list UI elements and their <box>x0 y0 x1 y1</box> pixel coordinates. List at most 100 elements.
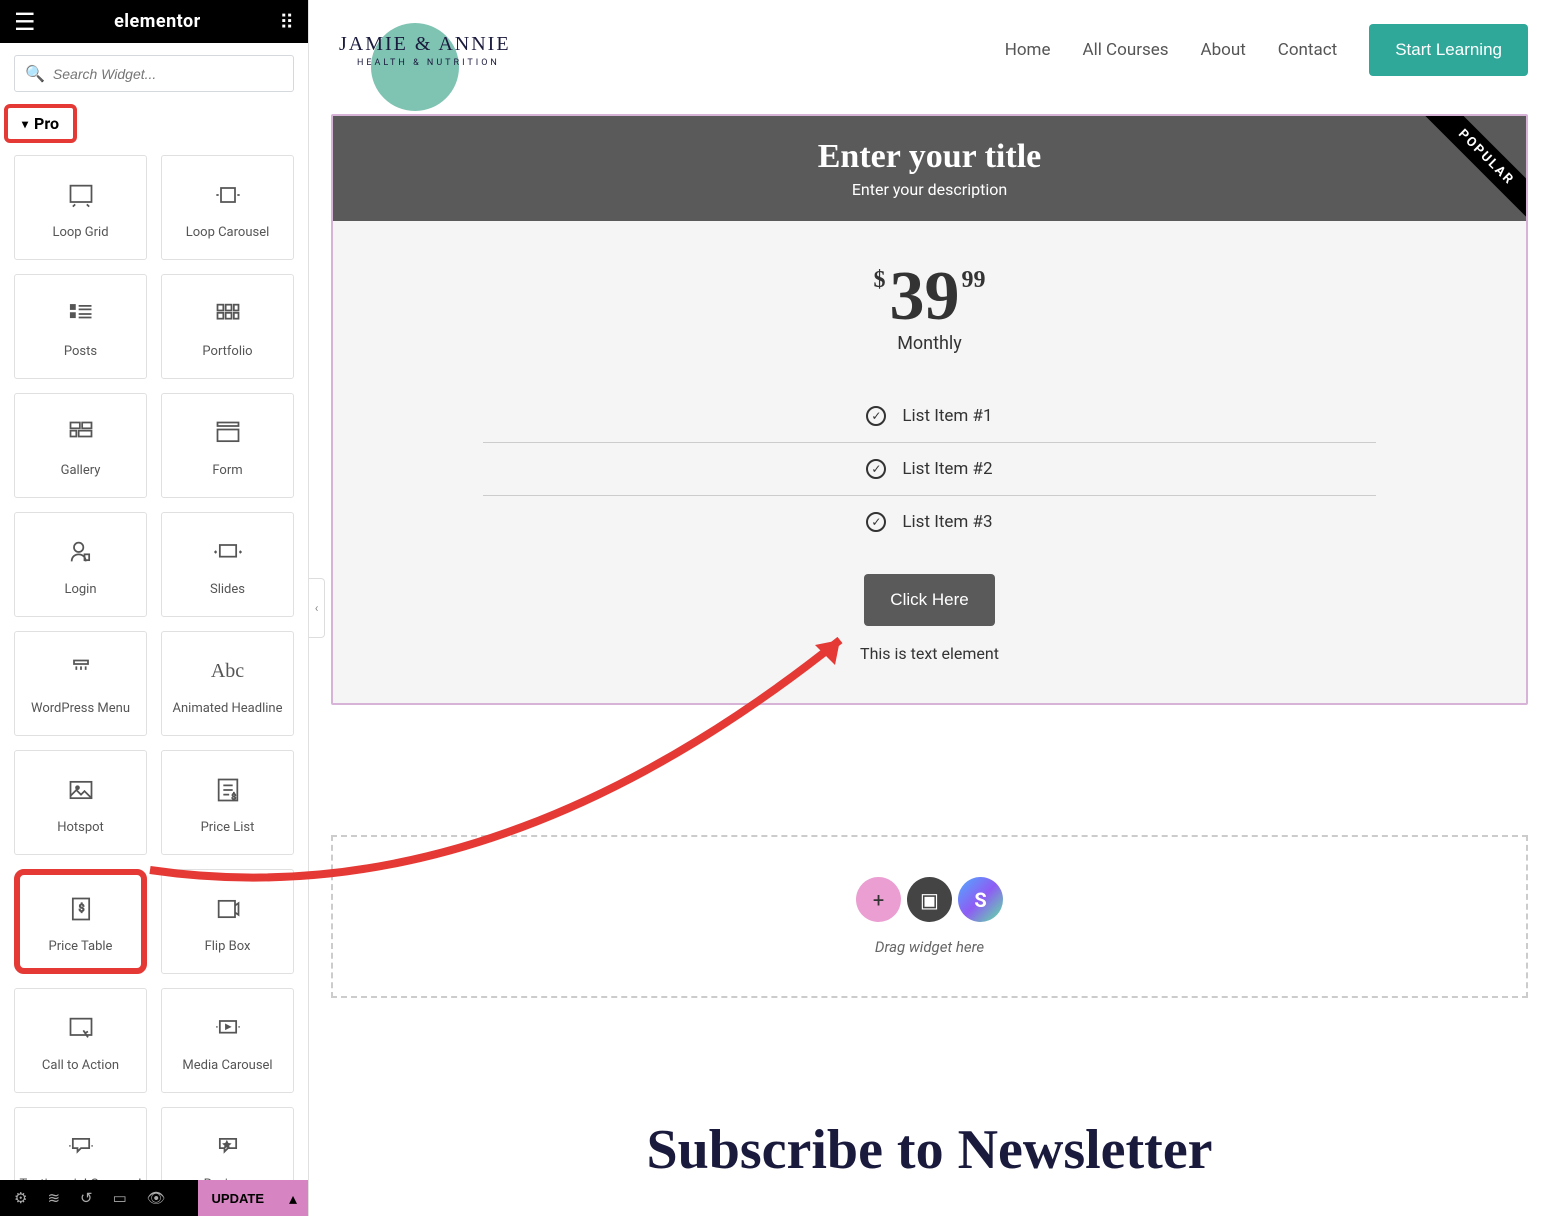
nav-contact[interactable]: Contact <box>1278 40 1337 60</box>
widget-call-to-action[interactable]: Call to Action <box>14 988 147 1093</box>
widget-animated-headline[interactable]: AbcAnimated Headline <box>161 631 294 736</box>
widget-label: Gallery <box>61 463 101 478</box>
start-learning-button[interactable]: Start Learning <box>1369 24 1528 76</box>
search-box[interactable]: 🔍 <box>14 55 294 92</box>
navigator-icon[interactable]: ≋ <box>47 1189 60 1207</box>
search-icon: 🔍 <box>25 64 45 83</box>
widget-gallery[interactable]: Gallery <box>14 393 147 498</box>
ribbon-text: POPULAR <box>1413 116 1526 231</box>
price-cents: 99 <box>962 267 986 294</box>
pricing-title[interactable]: Enter your title <box>333 138 1526 176</box>
Price List-icon: $ <box>214 770 242 810</box>
Portfolio-icon <box>214 294 242 334</box>
price-table-widget[interactable]: POPULAR Enter your title Enter your desc… <box>331 114 1528 705</box>
widgets-panel[interactable]: Loop Grid Loop Carousel Posts Portfolio Gall… <box>0 155 308 1180</box>
grid-menu-icon[interactable]: ⠿ <box>279 10 294 34</box>
feature-row[interactable]: ✓List Item #3 <box>483 496 1376 548</box>
pro-label: Pro <box>34 114 59 133</box>
Call to Action-icon <box>67 1008 95 1048</box>
check-icon: ✓ <box>866 406 886 426</box>
feature-row[interactable]: ✓ List Item #1 <box>483 390 1376 443</box>
widget-slides[interactable]: Slides <box>161 512 294 617</box>
widget-label: Hotspot <box>57 820 104 835</box>
widget-price-list[interactable]: $ Price List <box>161 750 294 855</box>
s-icon[interactable]: S <box>958 877 1003 922</box>
add-section-icon[interactable]: + <box>856 877 901 922</box>
hamburger-icon[interactable]: ☰ <box>14 8 36 36</box>
Loop Carousel-icon <box>214 175 242 215</box>
svg-text:$: $ <box>78 901 84 914</box>
widget-label: Price Table <box>49 939 113 954</box>
widget-form[interactable]: Form <box>161 393 294 498</box>
Posts-icon <box>67 294 95 334</box>
widget-label: Slides <box>210 582 245 597</box>
widget-posts[interactable]: Posts <box>14 274 147 379</box>
Form-icon <box>214 413 242 453</box>
update-options-icon[interactable]: ▴ <box>278 1180 308 1216</box>
widget-loop-carousel[interactable]: Loop Carousel <box>161 155 294 260</box>
widget-hotspot[interactable]: Hotspot <box>14 750 147 855</box>
ribbon: POPULAR <box>1406 116 1526 236</box>
nav-home[interactable]: Home <box>1005 40 1051 60</box>
widget-label: Testimonial Carousel <box>20 1177 142 1180</box>
widget-label: Call to Action <box>42 1058 119 1073</box>
Gallery-icon <box>67 413 95 453</box>
widget-portfolio[interactable]: Portfolio <box>161 274 294 379</box>
responsive-icon[interactable]: ▭ <box>113 1189 127 1207</box>
pro-section-toggle[interactable]: ▾ Pro <box>4 104 77 143</box>
Login-icon <box>67 532 95 572</box>
collapse-sidebar-handle[interactable]: ‹ <box>309 578 325 638</box>
nav-courses[interactable]: All Courses <box>1082 40 1168 60</box>
newsletter-heading[interactable]: Subscribe to Newsletter <box>331 1118 1528 1192</box>
site-logo-text: JAMIE & ANNIE <box>339 33 511 56</box>
caret-down-icon: ▾ <box>22 117 28 131</box>
feature-row[interactable]: ✓List Item #2 <box>483 443 1376 496</box>
WordPress Menu-icon <box>67 651 95 691</box>
text-element[interactable]: This is text element <box>483 644 1376 663</box>
widget-price-table[interactable]: $ Price Table <box>14 869 147 974</box>
update-button[interactable]: UPDATE <box>198 1180 278 1216</box>
Hotspot-icon <box>67 770 95 810</box>
price-display[interactable]: $ 39 99 <box>874 257 986 337</box>
canvas-area: JAMIE & ANNIE HEALTH & NUTRITION Home Al… <box>309 0 1550 1216</box>
Animated Headline-icon: Abc <box>211 651 244 691</box>
widget-label: Reviews <box>204 1177 252 1180</box>
widget-dropzone[interactable]: + ▣ S Drag widget here <box>331 835 1528 998</box>
price-amount: 39 <box>890 257 960 337</box>
settings-icon[interactable]: ⚙ <box>14 1189 27 1207</box>
widget-loop-grid[interactable]: Loop Grid <box>14 155 147 260</box>
widget-flip-box[interactable]: Flip Box <box>161 869 294 974</box>
feature-text: List Item #1 <box>902 406 992 426</box>
template-library-icon[interactable]: ▣ <box>907 877 952 922</box>
site-logo-subtitle: HEALTH & NUTRITION <box>357 58 511 68</box>
widget-label: Loop Grid <box>52 225 108 240</box>
widget-login[interactable]: Login <box>14 512 147 617</box>
feature-text: List Item #3 <box>902 512 992 532</box>
click-here-button[interactable]: Click Here <box>864 574 994 626</box>
Slides-icon <box>214 532 242 572</box>
preview-icon[interactable]: 👁 <box>147 1189 166 1207</box>
widget-wordpress-menu[interactable]: WordPress Menu <box>14 631 147 736</box>
search-input[interactable] <box>53 66 283 82</box>
widget-label: Price List <box>201 820 255 835</box>
price-period[interactable]: Monthly <box>483 333 1376 354</box>
widget-media-carousel[interactable]: Media Carousel <box>161 988 294 1093</box>
widget-testimonial-carousel[interactable]: Testimonial Carousel <box>14 1107 147 1180</box>
main-nav: Home All Courses About Contact Start Lea… <box>1005 24 1528 76</box>
feature-list: ✓ List Item #1 ✓List Item #2 ✓List Item #… <box>483 390 1376 548</box>
dropzone-text: Drag widget here <box>373 938 1486 956</box>
sidebar-header: ☰ elementor ⠿ <box>0 0 308 43</box>
pricing-description[interactable]: Enter your description <box>333 180 1526 199</box>
history-icon[interactable]: ↺ <box>80 1189 93 1207</box>
elementor-logo: elementor <box>114 11 201 32</box>
nav-about[interactable]: About <box>1201 40 1246 60</box>
widget-label: Flip Box <box>205 939 251 954</box>
widget-reviews[interactable]: Reviews <box>161 1107 294 1180</box>
widget-label: Media Carousel <box>182 1058 272 1073</box>
Price Table-icon: $ <box>67 889 95 929</box>
widget-label: Portfolio <box>202 344 252 359</box>
site-logo[interactable]: JAMIE & ANNIE HEALTH & NUTRITION <box>331 33 511 68</box>
widget-label: Login <box>64 582 96 597</box>
widget-label: Posts <box>64 344 97 359</box>
Testimonial Carousel-icon <box>67 1127 95 1167</box>
